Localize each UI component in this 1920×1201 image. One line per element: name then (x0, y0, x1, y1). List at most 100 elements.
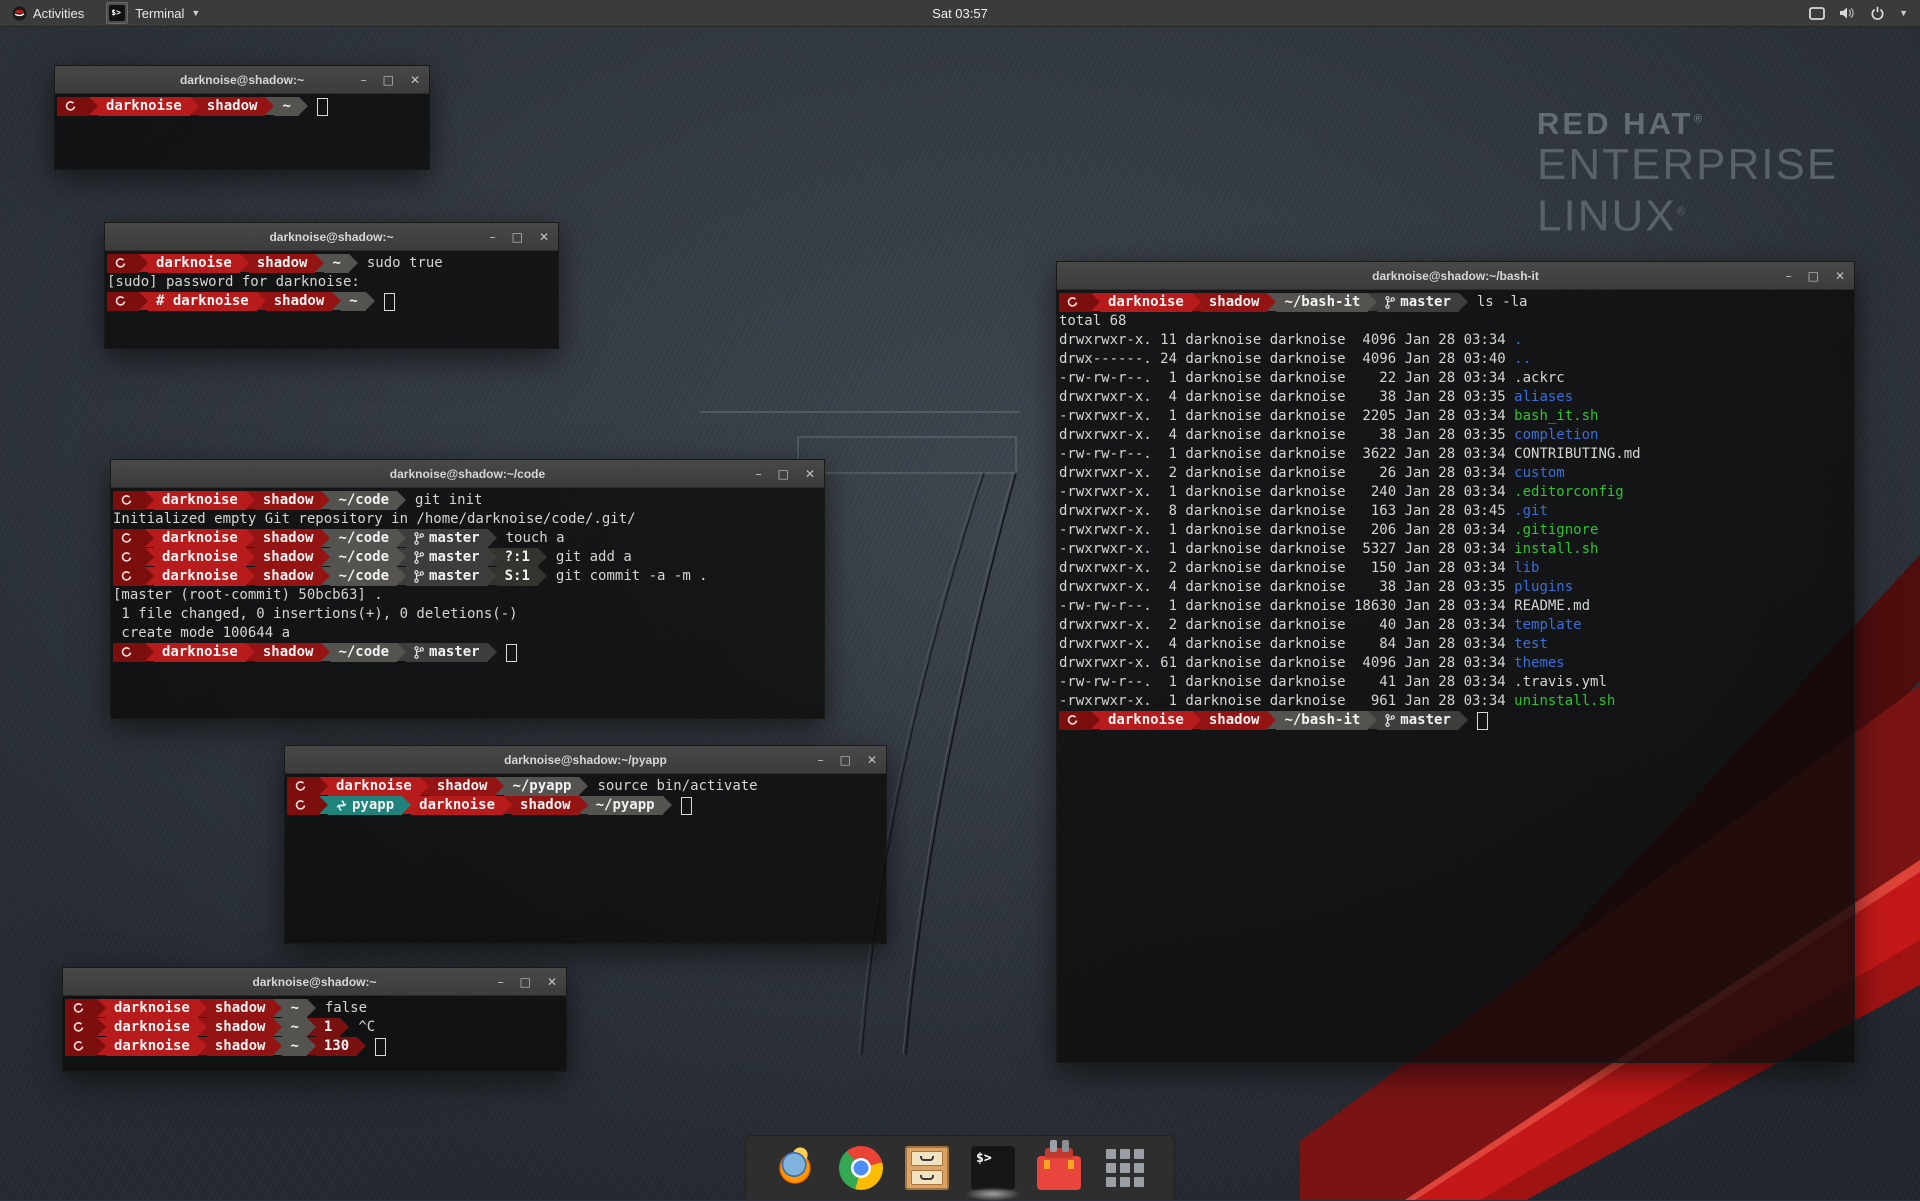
window-titlebar[interactable]: darknoise@shadow:~ – □ ✕ (55, 66, 429, 94)
window-titlebar[interactable]: darknoise@shadow:~/code–□✕ (111, 460, 824, 488)
maximize-button[interactable]: □ (840, 753, 851, 767)
minimize-button[interactable]: – (490, 230, 496, 244)
powerline-segment-icon (1059, 293, 1091, 312)
distro-swirl-icon (1067, 715, 1078, 726)
powerline-arrow (145, 643, 154, 661)
ls-output-line: -rw-rw-r--. 1 darknoise darknoise 18630 … (1059, 597, 1852, 616)
terminal-cursor (384, 293, 395, 311)
chrome-icon (839, 1146, 883, 1190)
rhel-branding: RED HAT® ENTERPRISE LINUX® (1537, 106, 1838, 240)
distro-swirl-icon (115, 258, 126, 269)
dock-item-firefox[interactable] (772, 1145, 818, 1191)
maximize-button[interactable]: □ (778, 467, 789, 481)
dock-item-toolbox[interactable] (1036, 1145, 1082, 1191)
clock[interactable]: Sat 03:57 (932, 6, 988, 21)
window-titlebar[interactable]: darknoise@shadow:~/bash-it–□✕ (1057, 262, 1854, 290)
powerline-arrow (397, 548, 406, 566)
ls-output-line: drwxrwxr-x. 4 darknoise darknoise 38 Jan… (1059, 426, 1852, 445)
dock-item-terminal[interactable]: $> (970, 1145, 1016, 1191)
maximize-button[interactable]: □ (512, 230, 523, 244)
close-button[interactable]: ✕ (547, 975, 557, 989)
terminal-window[interactable]: darknoise@shadow:~/bash-it–□✕darknoisesh… (1056, 261, 1855, 1063)
powerline-arrow (321, 548, 330, 566)
app-menu-terminal[interactable]: $> Terminal ▼ (96, 0, 210, 26)
close-button[interactable]: ✕ (867, 753, 877, 767)
powerline-segment-host: shadow (207, 1018, 274, 1037)
terminal-window[interactable]: darknoise@shadow:~ – □ ✕ darknoiseshadow~ (54, 65, 430, 170)
terminal-content[interactable]: darknoiseshadow~sudo true[sudo] password… (105, 251, 558, 348)
window-title: darknoise@shadow:~ (180, 73, 304, 87)
powerline-arrow (198, 1018, 207, 1036)
terminal-window[interactable]: darknoise@shadow:~/code–□✕darknoiseshado… (110, 459, 825, 719)
powerline-arrow (420, 777, 429, 795)
powerline-segment-icon (287, 796, 319, 815)
close-button[interactable]: ✕ (539, 230, 549, 244)
powerline-arrow (198, 999, 207, 1017)
terminal-window[interactable]: darknoise@shadow:~–□✕darknoiseshadow~sud… (104, 222, 559, 349)
file-name: . (1514, 331, 1522, 350)
terminal-content[interactable]: darknoiseshadow~/bash-itmasterls -latota… (1057, 290, 1854, 1062)
dock-item-files[interactable] (904, 1145, 950, 1191)
power-icon[interactable] (1870, 6, 1885, 21)
powerline-arrow (319, 796, 328, 814)
terminal-content[interactable]: darknoiseshadow~/codegit initInitialized… (111, 488, 824, 718)
powerline-segment-exit: 130 (316, 1037, 357, 1056)
window-titlebar[interactable]: darknoise@shadow:~–□✕ (105, 223, 558, 251)
powerline-segment-path: ~/code (330, 491, 397, 510)
close-button[interactable]: ✕ (410, 73, 420, 87)
ls-output-line: drwxrwxr-x. 61 darknoise darknoise 4096 … (1059, 654, 1852, 673)
output-line: total 68 (1059, 312, 1852, 331)
window-titlebar[interactable]: darknoise@shadow:~/pyapp–□✕ (285, 746, 886, 774)
terminal-window[interactable]: darknoise@shadow:~–□✕darknoiseshadow~fal… (62, 967, 567, 1072)
minimize-button[interactable]: – (498, 975, 504, 989)
powerline-arrow (663, 796, 672, 814)
volume-icon[interactable] (1839, 6, 1856, 20)
file-name: completion (1514, 426, 1598, 445)
display-icon[interactable] (1809, 7, 1825, 20)
output-line: 1 file changed, 0 insertions(+), 0 delet… (113, 605, 822, 624)
powerline-segment-user: # darknoise (148, 292, 257, 311)
chevron-down-icon[interactable]: ▼ (1899, 8, 1908, 18)
powerline-segment-user: darknoise (154, 548, 246, 567)
powerline-segment-host: shadow (255, 643, 322, 662)
powerline-segment-git: master (406, 643, 488, 662)
command-text: touch a (506, 529, 565, 548)
powerline-arrow (246, 548, 255, 566)
dock-item-chrome[interactable] (838, 1145, 884, 1191)
powerline-arrow (397, 567, 406, 585)
terminal-content[interactable]: darknoiseshadow~falsedarknoiseshadow~1^C… (63, 996, 566, 1071)
powerline-segment-user: darknoise (1100, 293, 1192, 312)
maximize-button[interactable]: □ (520, 975, 531, 989)
powerline-segment-host: shadow (255, 567, 322, 586)
powerline-segment-host: shadow (255, 491, 322, 510)
activities-button[interactable]: Activities (0, 0, 96, 26)
prompt-line: darknoiseshadow~/bash-itmasterls -la (1059, 293, 1852, 312)
file-name: custom (1514, 464, 1565, 483)
terminal-window[interactable]: darknoise@shadow:~/pyapp–□✕darknoiseshad… (284, 745, 887, 944)
maximize-button[interactable]: □ (383, 73, 394, 87)
minimize-button[interactable]: – (818, 753, 824, 767)
minimize-button[interactable]: – (361, 73, 367, 87)
branding-line-linux: LINUX® (1537, 188, 1838, 240)
file-name: .ackrc (1514, 369, 1565, 388)
close-button[interactable]: ✕ (1835, 269, 1845, 283)
powerline-segment-path: ~/code (330, 643, 397, 662)
powerline-segment-path: ~/code (330, 567, 397, 586)
terminal-content[interactable]: darknoiseshadow~/pyappsource bin/activat… (285, 774, 886, 943)
command-text: git init (415, 491, 482, 510)
prompt-line: darknoiseshadow~false (65, 999, 564, 1018)
dock-item-app-grid[interactable] (1102, 1145, 1148, 1191)
close-button[interactable]: ✕ (805, 467, 815, 481)
git-branch-icon (414, 570, 424, 583)
minimize-button[interactable]: – (756, 467, 762, 481)
prompt-line: # darknoiseshadow~ (107, 292, 556, 311)
window-titlebar[interactable]: darknoise@shadow:~–□✕ (63, 968, 566, 996)
minimize-button[interactable]: – (1786, 269, 1792, 283)
distro-swirl-icon (115, 296, 126, 307)
firefox-icon (773, 1146, 817, 1190)
maximize-button[interactable]: □ (1808, 269, 1819, 283)
terminal-content[interactable]: darknoiseshadow~ (55, 94, 429, 169)
distro-swirl-icon (295, 781, 306, 792)
powerline-segment-user: darknoise (148, 254, 240, 273)
powerline-segment-path: ~ (274, 97, 298, 116)
